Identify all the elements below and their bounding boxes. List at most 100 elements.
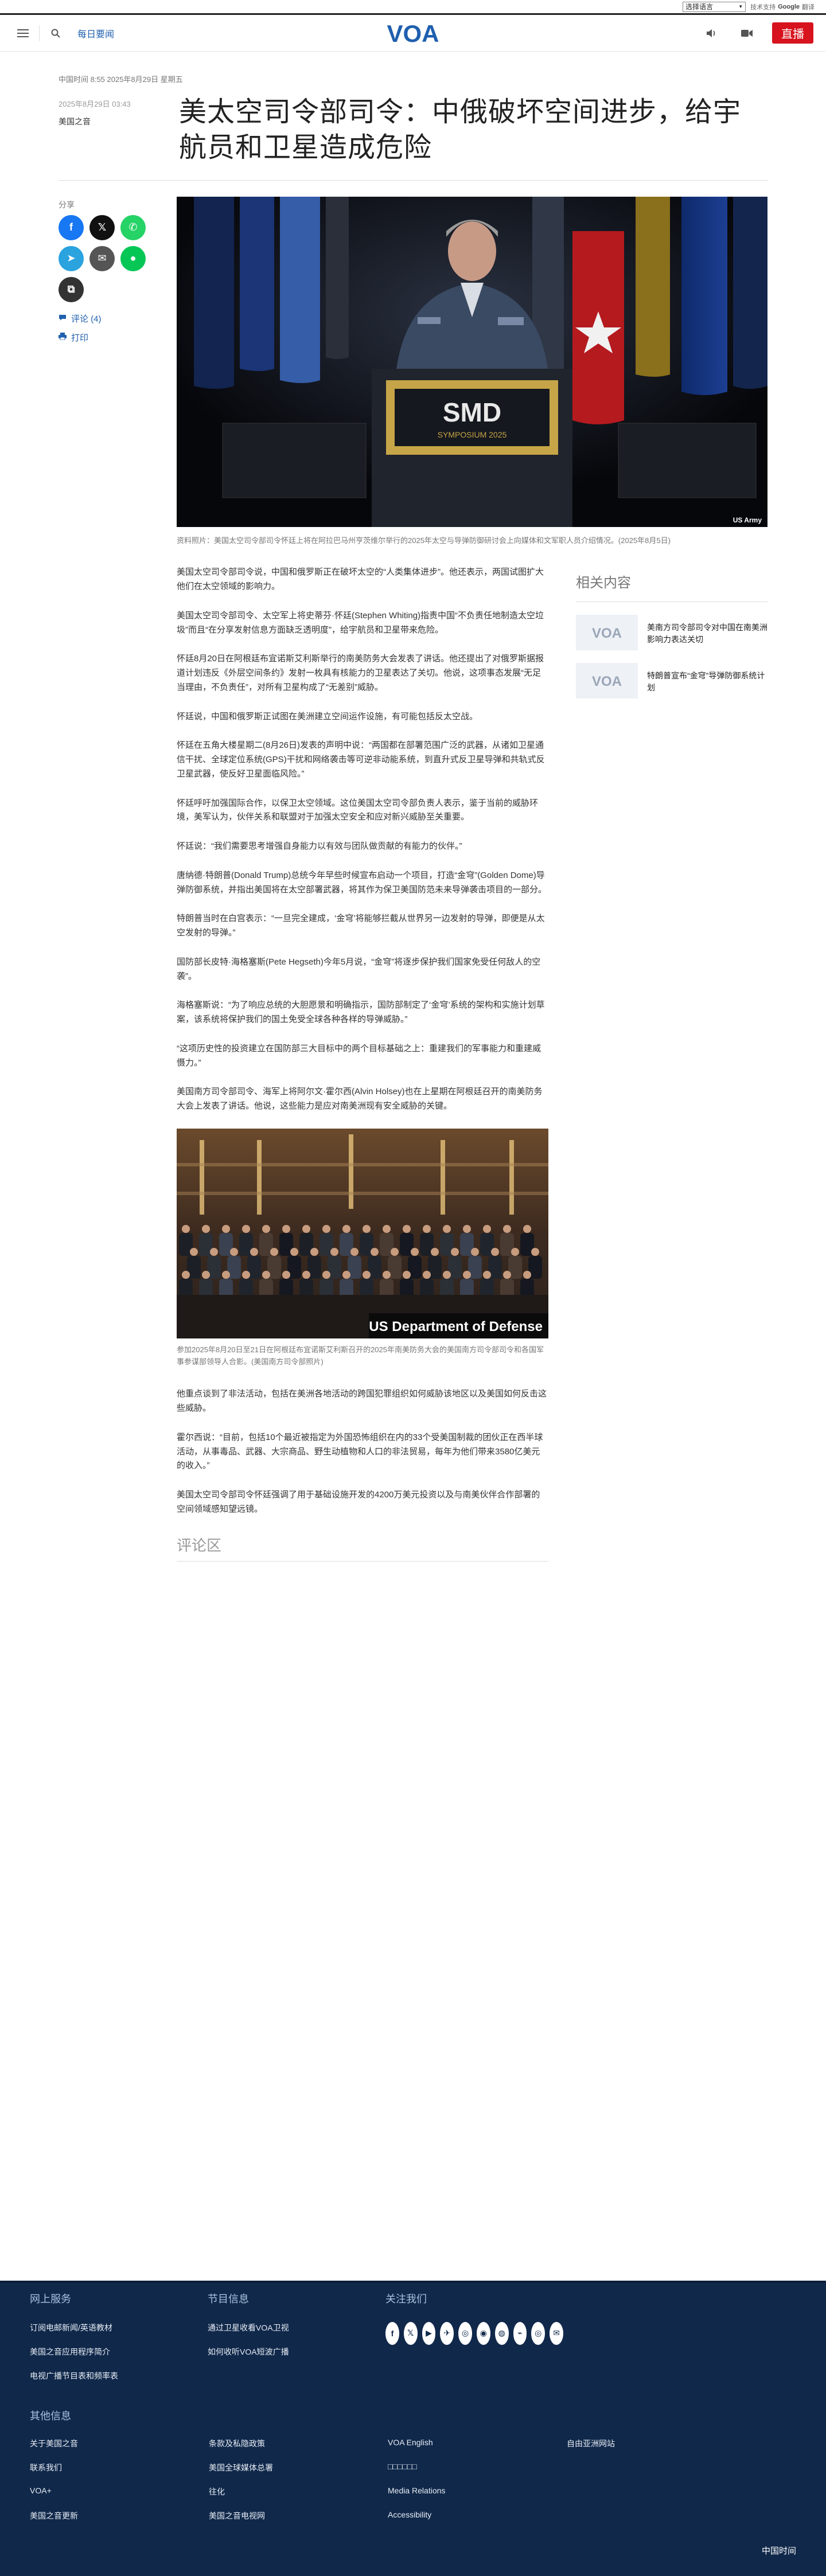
footer-other-link[interactable]: 关于美国之音 (30, 2438, 209, 2449)
article-paragraph: 怀廷在五角大楼星期二(8月26日)发表的声明中说：“两国都在部署范围广泛的武器，… (177, 740, 545, 779)
related-item[interactable]: VOA 美南方司令部司令对中国在南美洲影响力表达关切 (576, 615, 767, 651)
footer-link[interactable]: 电视广播节目表和频率表 (30, 2370, 208, 2382)
print-icon (59, 332, 67, 342)
footer-other-link[interactable]: 联系我们 (30, 2462, 209, 2473)
inline-photo-caption: 参加2025年8月20日至21日在阿根廷布宜诺斯艾利斯召开的2025年南美防务大… (177, 1345, 544, 1366)
footer-other-link[interactable]: Media Relations (388, 2486, 567, 2497)
footer-link[interactable]: 如何收听VOA短波广播 (208, 2346, 385, 2358)
footer-link[interactable]: 订阅电邮新闻/英语教材 (30, 2322, 208, 2333)
copy-link-share-button[interactable]: ⧉ (59, 276, 84, 302)
site-footer: 网上服务 订阅电邮新闻/英语教材 美国之音应用程序简介 电视广播节目表和频率表 节目… (0, 2280, 826, 2576)
search-icon[interactable] (45, 23, 66, 44)
header-divider (39, 25, 40, 41)
svg-text:VOA: VOA (592, 626, 622, 640)
social-icon[interactable]: ◍ (494, 2321, 509, 2345)
translate-word: 翻译 (802, 3, 815, 11)
footer-other-link[interactable]: 美国全球媒体总署 (209, 2462, 388, 2473)
comments-heading: 评论区 (177, 1536, 222, 1554)
print-link[interactable]: 打印 (59, 331, 177, 344)
email-icon: ✉ (98, 252, 107, 264)
article-paragraph: 特朗普当时在白宫表示：“一旦完全建成，‘金穹’将能够拦截从世界另一边发射的导弹，… (177, 914, 545, 938)
line-share-button[interactable]: ● (120, 245, 146, 271)
footer-other-link[interactable]: 条款及私隐政策 (209, 2438, 388, 2449)
title-divider (59, 179, 767, 181)
related-content: 相关内容 VOA 美南方司令部司令对中国在南美洲影响力表达关切 VOA 特朗普宣布“金… (576, 565, 767, 1561)
footer-link[interactable]: 美国之音应用程序简介 (30, 2346, 208, 2358)
x-twitter-share-button[interactable]: 𝕏 (89, 214, 115, 240)
article-paragraph: 美国太空司令部司令、太空军上将史蒂芬·怀廷(Stephen Whiting)指责… (177, 610, 544, 635)
comments-section: 评论区 (177, 1534, 548, 1562)
article-paragraph: 怀廷呼吁加强国际合作，以保卫太空领域。这位美国太空司令部负责人表示，鉴于当前的威… (177, 798, 539, 822)
print-link-label: 打印 (71, 333, 89, 343)
svg-text:VOA: VOA (592, 674, 622, 688)
x-twitter-icon: 𝕏 (98, 221, 107, 233)
share-buttons: f 𝕏 ✆ ➤ ✉ ● ⧉ (59, 214, 177, 302)
hero-image[interactable]: SMD SYMPOSIUM 2025 US Army (177, 196, 767, 527)
menu-icon[interactable] (13, 23, 33, 44)
footer-other-link[interactable]: VOA English (388, 2438, 567, 2449)
social-icon[interactable]: ▶ (422, 2321, 436, 2345)
footer-empty-cell (567, 2486, 746, 2497)
article-paragraph: 海格塞斯说：“为了响应总统的大胆愿景和明确指示，国防部制定了‘金穹’系统的架构和… (177, 1000, 545, 1025)
social-icon[interactable]: 𝕏 (403, 2321, 418, 2345)
facebook-icon: f (69, 221, 73, 233)
article-paragraph: 美国太空司令部司令怀廷强调了用于基础设施开发的4200万美元投资以及与南美伙伴合… (177, 1490, 540, 1514)
footer-other-link[interactable]: 自由亚洲网站 (567, 2438, 746, 2449)
photo-watermark: US Army (733, 516, 762, 524)
article-meta: 2025年8月29日 03:43 美国之音 (59, 95, 179, 166)
article-author[interactable]: 美国之音 (59, 116, 179, 127)
podium-subtext: SYMPOSIUM 2025 (438, 430, 507, 439)
footer-other-link[interactable]: 美国之音电视网 (209, 2510, 388, 2522)
footer-other-link[interactable]: □□□□□□ (388, 2462, 567, 2473)
daily-news-link[interactable]: 每日要闻 (77, 26, 114, 40)
live-label: 直播 (781, 28, 804, 41)
article-paragraph: 美国太空司令部司令说，中国和俄罗斯正在破坏太空的“人类集体进步”。他还表示，两国… (177, 567, 544, 592)
social-icon[interactable]: ◎ (458, 2321, 472, 2345)
telegram-share-button[interactable]: ➤ (59, 245, 84, 271)
language-select[interactable]: 选择语言 ▼ (683, 1, 746, 12)
social-icon[interactable]: f (385, 2321, 399, 2345)
social-icon[interactable]: ◉ (476, 2321, 490, 2345)
hero-caption: 资料照片：美国太空司令部司令怀廷上将在阿拉巴马州亨茨维尔举行的2025年太空与导… (177, 536, 671, 545)
related-thumbnail: VOA (576, 615, 638, 651)
social-icon[interactable]: ✈ (440, 2321, 454, 2345)
related-heading: 相关内容 (576, 571, 767, 603)
article-paragraph: 霍尔西说：“目前，包括10个最近被指定为外国恐怖组织在内的33个受美国制裁的团伙… (177, 1432, 543, 1471)
line-icon: ● (130, 252, 137, 264)
google-translate-badge: 技术支持 Google 翻译 (750, 2, 815, 11)
powered-by-label: 技术支持 (750, 3, 776, 11)
article-container: 中国时间 8:55 2025年8月29日 星期五 2025年8月29日 03:4… (59, 73, 767, 1562)
article-paragraph: 怀廷说：“我们需要思考增强自身能力以有效与团队做贡献的有能力的伙伴。” (177, 841, 462, 852)
related-item[interactable]: VOA 特朗普宣布“金穹”导弹防御系统计划 (576, 663, 767, 699)
whatsapp-share-button[interactable]: ✆ (120, 214, 146, 240)
footer-other-link[interactable]: Accessibility (388, 2510, 567, 2522)
publish-date: 2025年8月29日 03:43 (59, 100, 131, 108)
article-paragraph: 国防部长皮特·海格塞斯(Pete Hegseth)今年5月说，“金穹”将逐步保护… (177, 957, 541, 981)
footer-other-link[interactable]: 美国之音更新 (30, 2510, 209, 2522)
social-icon[interactable]: ⌁ (513, 2321, 527, 2345)
comments-link[interactable]: 评论 (4) (59, 313, 177, 325)
related-item-title: 美南方司令部司令对中国在南美洲影响力表达关切 (647, 623, 767, 644)
voa-logo[interactable]: VOA (384, 19, 442, 47)
podium-logo-text: SMD (443, 397, 501, 427)
inline-photo[interactable]: US Department of Defense (177, 1128, 548, 1338)
copy-link-icon: ⧉ (67, 283, 75, 295)
footer-link[interactable]: 通过卫星收看VOA卫视 (208, 2322, 385, 2333)
google-label: Google (778, 3, 800, 10)
footer-follow-us: 关注我们 f 𝕏 ▶ ✈ ◎ ◉ ◍ ⌁ ◎ ✉ (385, 2291, 563, 2394)
footer-col1-title: 网上服务 (30, 2293, 71, 2305)
live-button[interactable]: 直播 (772, 22, 813, 44)
article-body: 美国太空司令部司令说，中国和俄罗斯正在破坏太空的“人类集体进步”。他还表示，两国… (177, 565, 548, 1562)
footer-other-link[interactable]: VOA+ (30, 2486, 209, 2497)
social-icon[interactable]: ◎ (531, 2321, 546, 2345)
article-paragraph: 怀廷8月20日在阿根廷布宜诺斯艾利斯举行的南美防务大会发表了讲话。他还提出了对俄… (177, 654, 544, 692)
whatsapp-icon: ✆ (128, 221, 138, 233)
translate-bar: 选择语言 ▼ 技术支持 Google 翻译 (0, 0, 826, 15)
facebook-share-button[interactable]: f (59, 214, 84, 240)
video-icon[interactable] (737, 23, 757, 44)
social-icon[interactable]: ✉ (550, 2321, 563, 2345)
audio-icon[interactable] (701, 23, 722, 44)
article-paragraph: “这项历史性的投资建立在国防部三大目标中的两个目标基础之上：重建我们的军事能力和… (177, 1043, 541, 1068)
email-share-button[interactable]: ✉ (89, 245, 115, 271)
footer-other-link[interactable]: 往化 (209, 2486, 388, 2497)
